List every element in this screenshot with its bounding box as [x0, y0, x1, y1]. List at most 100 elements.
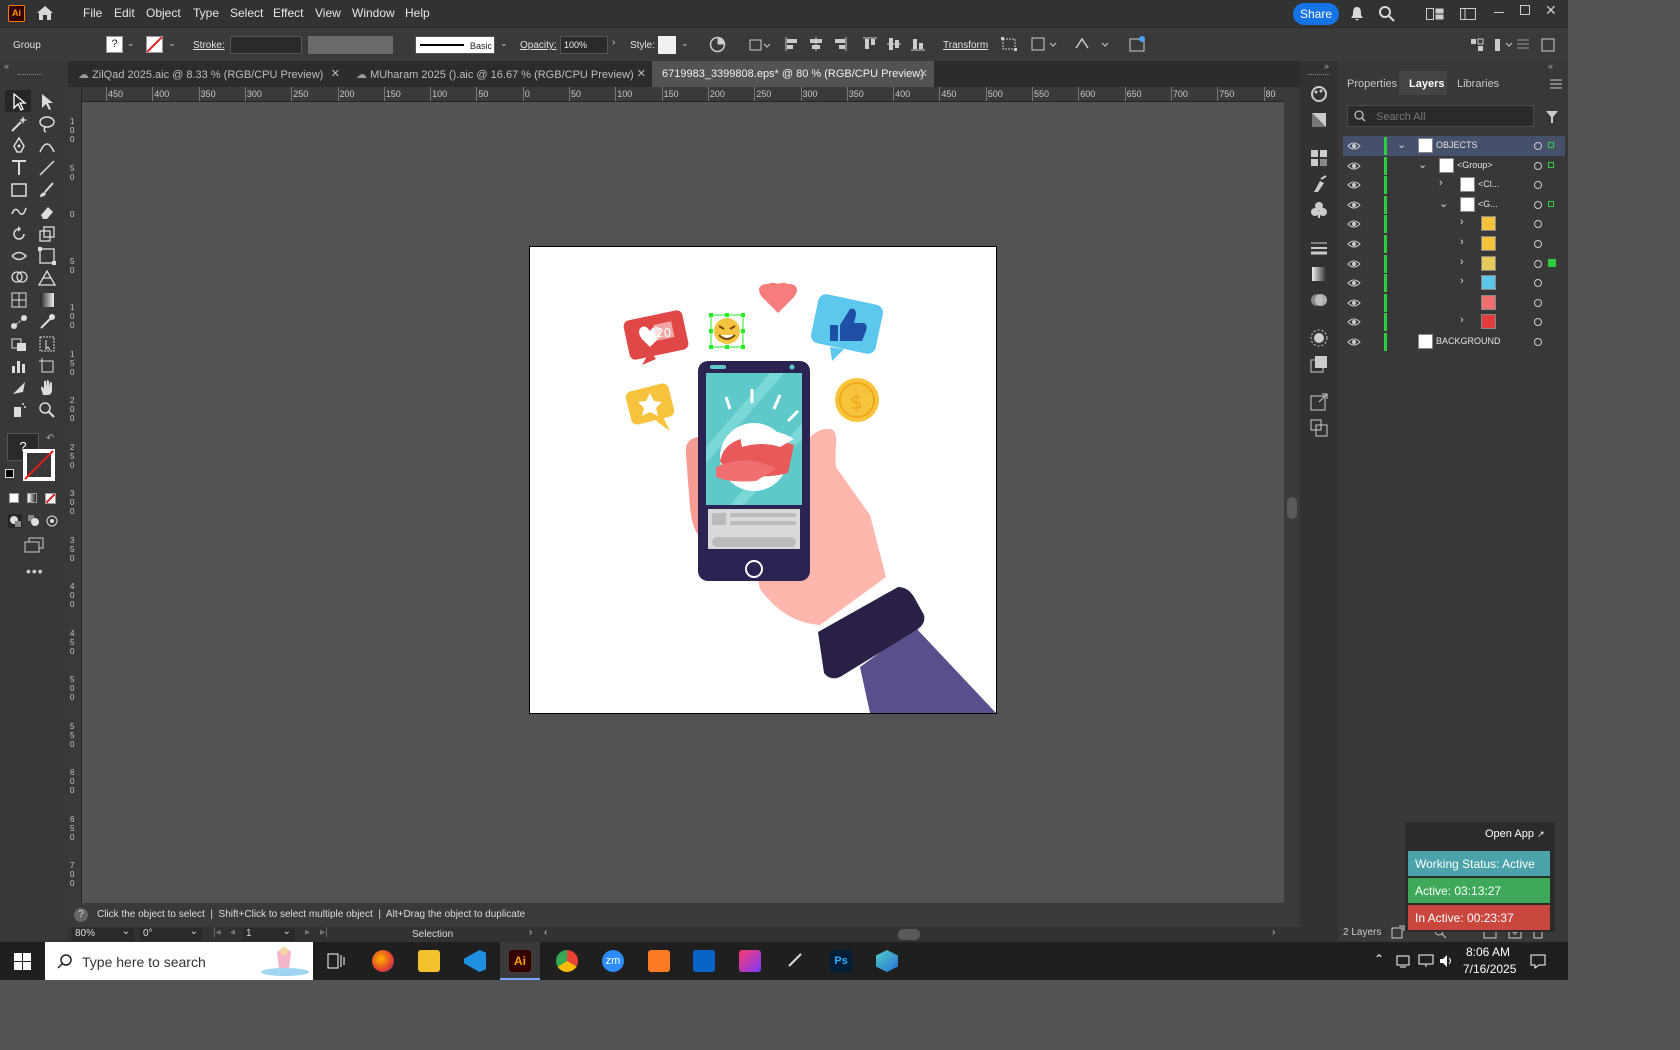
visibility-eye-icon[interactable] [1347, 161, 1361, 171]
align-left-icon[interactable] [784, 36, 800, 52]
scroll-right-icon[interactable]: › [1272, 927, 1275, 938]
visibility-eye-icon[interactable] [1347, 298, 1361, 308]
layer-row[interactable]: ⌄ OBJECTS [1343, 136, 1565, 156]
panel-grip[interactable] [1308, 74, 1330, 75]
layer-row[interactable]: › [1343, 214, 1565, 234]
curvature-tool-icon[interactable] [37, 136, 59, 156]
layer-row[interactable]: › [1343, 234, 1565, 254]
next-artboard-icon[interactable]: ▸ [305, 927, 310, 938]
selection-indicator[interactable] [1548, 258, 1556, 267]
layer-row[interactable]: › [1343, 254, 1565, 274]
visibility-eye-icon[interactable] [1347, 239, 1361, 249]
pen-tool-icon[interactable] [9, 136, 31, 156]
share-button[interactable]: Share [1293, 3, 1339, 25]
scale-tool-icon[interactable] [37, 224, 59, 244]
layer-row[interactable]: › [1343, 312, 1565, 332]
selection-tool-icon[interactable] [9, 92, 31, 112]
swap-fill-stroke-icon[interactable]: ↶ [46, 433, 54, 444]
align-top-icon[interactable] [862, 36, 878, 52]
target-circle-icon[interactable] [1534, 298, 1542, 307]
fill-dropdown-icon[interactable]: ⌄ [127, 38, 135, 49]
symbol-sprayer-tool-icon[interactable] [9, 400, 31, 420]
illustrator-taskbar-icon[interactable]: Ai [509, 950, 531, 972]
scrollbar-thumb[interactable] [1287, 497, 1297, 519]
live-paint-tool-icon[interactable] [9, 334, 31, 354]
first-artboard-icon[interactable]: |◂ [213, 927, 221, 938]
workspace-icon[interactable] [1426, 8, 1444, 20]
visibility-eye-icon[interactable] [1347, 278, 1361, 288]
menu-edit[interactable]: Edit [114, 6, 135, 20]
file-explorer-icon[interactable] [418, 950, 440, 972]
selection-indicator[interactable] [1548, 142, 1554, 148]
gradient-panel-icon[interactable] [1310, 265, 1328, 283]
zoom-tool-icon[interactable] [37, 400, 59, 420]
lasso-tool-icon[interactable] [37, 114, 59, 134]
chevron-right-icon[interactable]: › [1460, 314, 1464, 326]
menu-window[interactable]: Window [352, 6, 395, 20]
rectangle-tool-icon[interactable] [9, 180, 31, 200]
close-window-button[interactable]: ✕ [1545, 2, 1557, 19]
layer-row[interactable]: › [1343, 273, 1565, 293]
image-trace-icon[interactable] [1128, 34, 1148, 54]
stroke-panel-icon[interactable] [1310, 239, 1328, 257]
chevron-right-icon[interactable]: › [1460, 216, 1464, 228]
volume-icon[interactable] [1438, 953, 1454, 969]
chrome-icon[interactable] [556, 950, 578, 972]
minimize-button[interactable] [1494, 12, 1504, 13]
tab-properties[interactable]: Properties [1347, 78, 1397, 90]
creative-cloud-icon[interactable] [739, 950, 761, 972]
stroke-weight-input[interactable] [230, 36, 302, 54]
puppet-warp-icon[interactable] [1074, 36, 1110, 52]
color-mode-icon[interactable] [9, 493, 19, 503]
visibility-eye-icon[interactable] [1347, 317, 1361, 327]
horizontal-scrollbar-thumb[interactable] [898, 929, 920, 940]
align-bottom-icon[interactable] [910, 36, 926, 52]
stroke-dropdown-icon[interactable]: ⌄ [168, 38, 176, 49]
target-circle-icon[interactable] [1534, 161, 1542, 170]
shaper-tool-icon[interactable] [9, 202, 31, 222]
visibility-eye-icon[interactable] [1347, 259, 1361, 269]
tab-layers[interactable]: Layers [1409, 78, 1444, 90]
home-icon[interactable] [36, 5, 54, 21]
previous-artboard-icon[interactable]: ◂ [230, 927, 235, 938]
outlook-icon[interactable] [693, 950, 715, 972]
target-circle-icon[interactable] [1534, 279, 1542, 288]
align-center-icon[interactable] [808, 36, 824, 52]
notification-center-icon[interactable] [1530, 953, 1546, 969]
slice-tool-icon[interactable] [9, 378, 31, 398]
edit-toolbar-icon[interactable]: ••• [26, 563, 44, 579]
live-paint-selection-tool-icon[interactable] [37, 334, 59, 354]
symbols-icon[interactable] [1310, 201, 1328, 219]
brush-dropdown-icon[interactable]: ⌄ [500, 38, 508, 49]
visibility-eye-icon[interactable] [1347, 337, 1361, 347]
photoshop-icon[interactable]: Ps [830, 950, 852, 972]
tab-muharam[interactable]: ☁ MUharam 2025 ().aic @ 16.67 % (RGB/CPU… [346, 61, 652, 87]
menu-view[interactable]: View [315, 6, 341, 20]
vscode-icon[interactable] [464, 950, 486, 972]
distribute-icon[interactable] [1494, 38, 1514, 52]
menu-type[interactable]: Type [193, 6, 219, 20]
network-icon[interactable] [1396, 953, 1412, 969]
rotate-tool-icon[interactable] [9, 224, 31, 244]
zoom-app-icon[interactable]: zm [602, 950, 624, 972]
xampp-icon[interactable] [648, 950, 670, 972]
free-transform-tool-icon[interactable] [37, 246, 59, 266]
target-circle-icon[interactable] [1534, 142, 1542, 150]
graphic-styles-icon[interactable] [1310, 355, 1328, 373]
direct-selection-tool-icon[interactable] [37, 92, 59, 112]
chevron-down-icon[interactable]: ⌄ [1418, 158, 1427, 171]
swatches-icon[interactable] [1310, 149, 1328, 167]
chevron-down-icon[interactable]: ⌄ [1397, 138, 1406, 151]
perspective-grid-tool-icon[interactable] [37, 268, 59, 288]
expand-panels-icon[interactable]: » [1324, 61, 1329, 71]
chevron-right-icon[interactable]: › [1439, 177, 1443, 189]
menu-select[interactable]: Select [230, 6, 263, 20]
target-circle-icon[interactable] [1534, 338, 1542, 346]
system-tray-chevron-icon[interactable]: ⌃ [1374, 952, 1384, 966]
appearance-icon[interactable] [1310, 329, 1328, 347]
menu-object[interactable]: Object [146, 6, 181, 20]
close-tab-icon[interactable]: ✕ [637, 67, 646, 80]
draw-behind-icon[interactable] [27, 514, 41, 528]
align-right-icon[interactable] [832, 36, 848, 52]
color-guide-icon[interactable] [1310, 111, 1328, 129]
